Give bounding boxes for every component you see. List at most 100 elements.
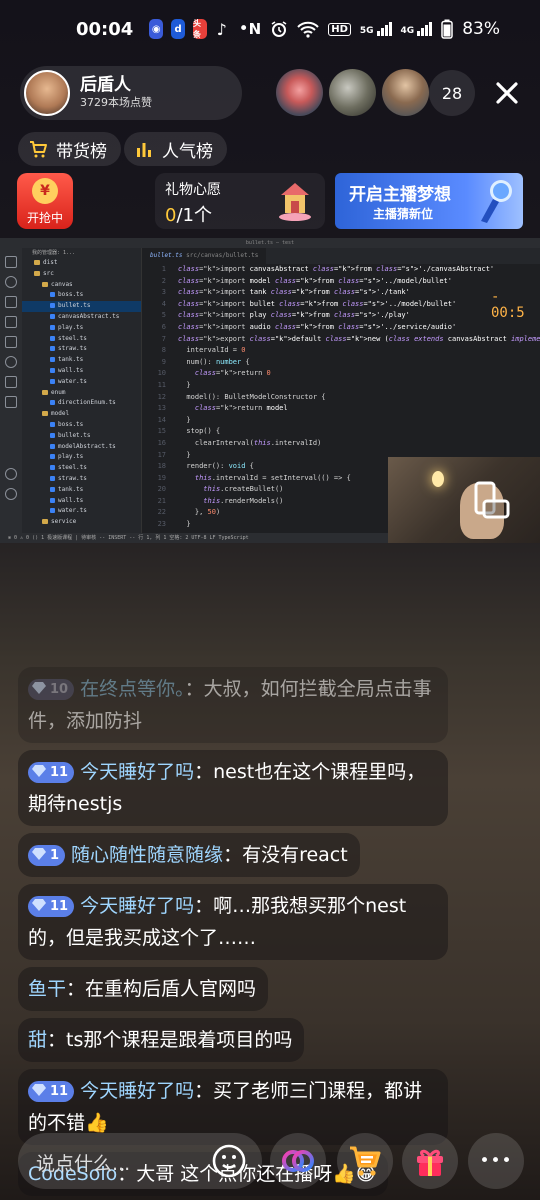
comment-text: ：ts那个课程是跟着项目的吗	[47, 1029, 293, 1051]
fan-level-badge: 11	[28, 1081, 75, 1102]
shop-rank-chip[interactable]: 带货榜	[18, 132, 121, 166]
fan-level-badge: 1	[28, 845, 66, 866]
tree-file: modelAbstract.ts	[22, 442, 141, 453]
code-line: 14 }	[157, 415, 191, 424]
link-button[interactable]	[270, 1133, 326, 1189]
comment-item[interactable]: 11 今天睡好了吗：nest也在这个课程里吗，期待nestjs	[18, 750, 448, 826]
comment-item[interactable]: 1 随心随性随意随缘：有没有react	[18, 833, 360, 877]
tree-folder: src	[22, 269, 141, 280]
folder-icon	[42, 389, 48, 395]
comment-username[interactable]: 鱼干	[28, 978, 66, 1000]
clock: 00:04	[76, 18, 134, 40]
comment-text: ：有没有react	[223, 844, 348, 866]
lamp-light	[432, 471, 444, 487]
editor-tabs: bullet.ts src/canvas/bullet.ts	[142, 248, 540, 264]
screen-share-video[interactable]: bullet.ts — test 我的管理器: 1... dist src canv…	[0, 238, 540, 543]
microphone-icon	[481, 180, 512, 223]
popularity-rank-chip[interactable]: 人气榜	[124, 132, 227, 166]
code-line: 6 class="k">import audio class="k">from c…	[161, 322, 457, 331]
top-viewers[interactable]	[276, 69, 429, 116]
signal-4g: 4G	[401, 22, 433, 36]
comment-username[interactable]: 甜	[28, 1029, 47, 1051]
code-line: 1 class="k">import canvasAbstract class="…	[161, 265, 495, 273]
folder-icon	[42, 281, 48, 287]
alarm-icon	[271, 21, 287, 37]
diamond-icon	[32, 765, 46, 777]
remote-icon	[5, 376, 17, 388]
explorer-header: 我的管理器: 1...	[32, 250, 76, 256]
typescript-file-icon	[50, 421, 55, 427]
tree-file: straw.ts	[22, 344, 141, 355]
gift-icon	[417, 1149, 443, 1176]
status-bar: 00:04 ◉ d 头条 ♪ • N HD 5G 4G 83%	[0, 0, 540, 58]
comment-input[interactable]: 说点什么...	[18, 1133, 262, 1189]
tree-file: play.ts	[22, 452, 141, 463]
tree-file: bullet.ts	[22, 431, 141, 442]
code-line: 9 num(): number {	[161, 357, 250, 366]
files-icon	[5, 256, 17, 268]
git-icon	[5, 296, 17, 308]
viewer-avatar[interactable]	[276, 69, 323, 116]
battery-percent: 83%	[462, 19, 500, 39]
comment-item[interactable]: 鱼干：在重构后盾人官网吗	[18, 967, 269, 1011]
tree-file: straw.ts	[22, 474, 141, 485]
signal-5g: 5G	[360, 22, 392, 36]
tree-file: directionEnum.ts	[22, 398, 141, 409]
typescript-file-icon	[50, 432, 55, 438]
fan-level-badge: 10	[28, 679, 75, 700]
diamond-icon	[32, 682, 46, 694]
comment-item[interactable]: 10 在终点等你。：大叔，如何拦截全局点击事件，添加防抖	[18, 667, 448, 743]
account-icon	[5, 468, 17, 480]
typescript-file-icon	[50, 324, 55, 330]
host-info[interactable]: 后盾人 3729本场点赞	[20, 66, 242, 120]
viewer-avatar[interactable]	[329, 69, 376, 116]
folder-icon	[34, 260, 40, 265]
browser-icon	[5, 356, 17, 368]
editor-tab: bullet.ts src/canvas/bullet.ts	[142, 248, 267, 264]
diamond-icon	[32, 1084, 46, 1096]
comment-username[interactable]: 今天睡好了吗	[80, 761, 194, 783]
comment-username[interactable]: 在终点等你。	[80, 678, 185, 700]
viewer-count[interactable]: 28	[429, 70, 475, 116]
tree-file: wall.ts	[22, 496, 141, 507]
tree-file: tank.ts	[22, 355, 141, 366]
lucky-bag[interactable]: ¥ 开抢中	[17, 173, 73, 229]
tree-folder: enum	[22, 388, 141, 399]
comment-username[interactable]: 今天睡好了吗	[80, 1080, 194, 1102]
comment-username[interactable]: 随心随性随意随缘	[71, 844, 223, 866]
comment-item[interactable]: 甜：ts那个课程是跟着项目的吗	[18, 1018, 305, 1062]
shop-button[interactable]	[337, 1133, 393, 1189]
gift-wish-card[interactable]: 礼物心愿 0/1个	[155, 173, 325, 229]
comment-username[interactable]: 今天睡好了吗	[80, 895, 194, 917]
gift-wish-progress: 0/1个	[165, 205, 212, 226]
shop-rank-label: 带货榜	[56, 141, 107, 162]
folder-icon	[42, 519, 48, 525]
tree-file: steel.ts	[22, 463, 141, 474]
host-webcam	[388, 457, 540, 543]
tree-folder: canvas	[22, 280, 141, 291]
code-line: 13 class="k">return model	[157, 404, 288, 413]
folder-icon	[5, 396, 17, 408]
gift-button[interactable]	[402, 1133, 458, 1189]
rotate-screen-icon[interactable]	[466, 477, 514, 525]
typescript-file-icon	[50, 465, 55, 471]
emoji-icon[interactable]	[210, 1142, 248, 1180]
pinduoduo-app-icon: d	[171, 19, 185, 39]
host-dream-banner[interactable]: 开启主播梦想 主播猜新位	[335, 173, 523, 229]
tree-file: bullet.ts	[22, 301, 141, 312]
more-button[interactable]: •••	[468, 1133, 524, 1189]
debug-icon	[5, 316, 17, 328]
close-icon[interactable]	[490, 76, 524, 110]
code-line: 10 class="k">return 0	[157, 369, 271, 378]
tree-file: water.ts	[22, 377, 141, 388]
comment-feed[interactable]: 10 在终点等你。：大叔，如何拦截全局点击事件，添加防抖 11 今天睡好了吗：nest…	[18, 667, 458, 1200]
viewer-avatar[interactable]	[382, 69, 429, 116]
link-icon	[282, 1150, 314, 1172]
tree-file: boss.ts	[22, 290, 141, 301]
comment-item[interactable]: 11 今天睡好了吗：啊…那我想买那个nest的，但是我买成这个了……	[18, 884, 448, 960]
code-line: 3 class="k">import tank class="k">from cl…	[161, 288, 410, 297]
settings-icon	[5, 488, 17, 500]
code-line: 15 stop() {	[157, 427, 221, 436]
tree-file: tank.ts	[22, 485, 141, 496]
host-avatar[interactable]	[24, 70, 70, 116]
